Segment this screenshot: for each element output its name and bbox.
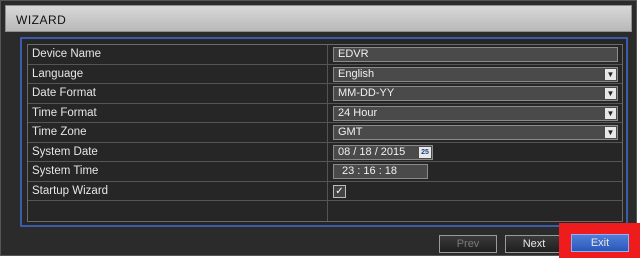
- system-time-label: System Time: [32, 165, 99, 177]
- row-divider: [327, 123, 328, 142]
- dropdown-arrow-icon[interactable]: ▼: [605, 127, 616, 138]
- settings-table: Device Name EDVR Language English ▼ Date…: [27, 44, 623, 222]
- dropdown-arrow-icon[interactable]: ▼: [605, 88, 616, 99]
- wizard-window: WIZARD Device Name EDVR Language English…: [0, 0, 637, 256]
- language-select[interactable]: English ▼: [333, 66, 618, 82]
- system-time-input[interactable]: 23 : 16 : 18: [333, 164, 428, 179]
- system-date-label: System Date: [32, 145, 98, 158]
- time-format-label: Time Format: [32, 106, 97, 119]
- calendar-icon[interactable]: 25: [419, 146, 431, 158]
- startup-wizard-checkbox[interactable]: ✓: [333, 184, 346, 198]
- row-date-format: Date Format MM-DD-YY ▼: [28, 84, 622, 104]
- date-format-label: Date Format: [32, 87, 96, 99]
- time-zone-value: GMT: [338, 126, 363, 138]
- exit-button[interactable]: Exit: [571, 234, 629, 252]
- row-divider: [327, 103, 328, 122]
- checkmark-icon: ✓: [335, 185, 344, 197]
- system-date-value: 08 / 18 / 2015: [338, 145, 406, 158]
- prev-button[interactable]: Prev: [439, 235, 497, 253]
- row-divider: [327, 64, 328, 83]
- row-time-zone: Time Zone GMT ▼: [28, 123, 622, 143]
- device-name-label: Device Name: [32, 48, 102, 60]
- time-zone-select[interactable]: GMT ▼: [333, 125, 618, 140]
- next-button[interactable]: Next: [505, 235, 563, 253]
- row-system-time: System Time 23 : 16 : 18: [28, 162, 622, 182]
- row-divider: [327, 142, 328, 161]
- row-startup-wizard: Startup Wizard ✓: [28, 181, 622, 201]
- row-system-date: System Date 08 / 18 / 2015 25: [28, 142, 622, 162]
- device-name-input[interactable]: EDVR: [333, 47, 618, 62]
- startup-wizard-label: Startup Wizard: [32, 184, 109, 197]
- row-divider: [327, 162, 328, 181]
- row-divider: [327, 201, 328, 221]
- date-format-value: MM-DD-YY: [338, 87, 395, 99]
- row-divider: [327, 84, 328, 103]
- dropdown-arrow-icon[interactable]: ▼: [605, 107, 616, 119]
- settings-panel: Device Name EDVR Language English ▼ Date…: [20, 37, 628, 227]
- date-format-select[interactable]: MM-DD-YY ▼: [333, 86, 618, 101]
- window-title: WIZARD: [16, 13, 67, 27]
- system-date-input[interactable]: 08 / 18 / 2015 25: [333, 144, 433, 160]
- language-label: Language: [32, 67, 84, 80]
- title-bar: WIZARD: [5, 5, 632, 32]
- dropdown-arrow-icon[interactable]: ▼: [605, 68, 616, 80]
- time-format-select[interactable]: 24 Hour ▼: [333, 105, 618, 121]
- time-format-value: 24 Hour: [338, 106, 378, 119]
- row-time-format: Time Format 24 Hour ▼: [28, 103, 622, 123]
- row-empty: [28, 201, 622, 221]
- language-value: English: [338, 67, 375, 80]
- time-zone-label: Time Zone: [32, 126, 87, 138]
- row-divider: [327, 45, 328, 64]
- row-language: Language English ▼: [28, 64, 622, 84]
- row-device-name: Device Name EDVR: [28, 45, 622, 65]
- row-divider: [327, 181, 328, 200]
